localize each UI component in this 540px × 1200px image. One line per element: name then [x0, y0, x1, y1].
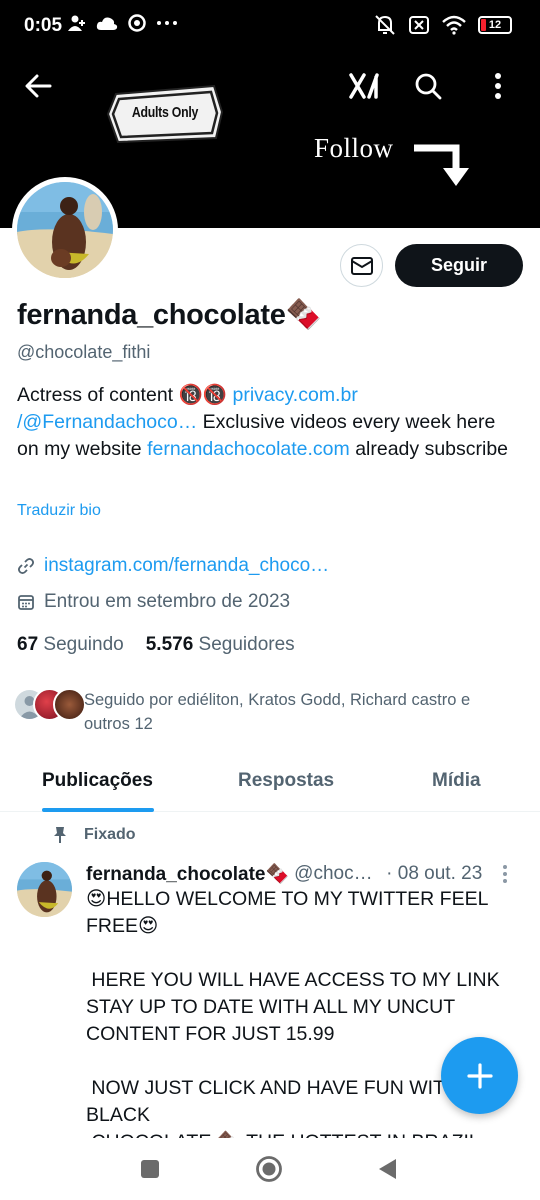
- pinned-label: Fixado: [84, 826, 136, 843]
- profile-joined-row: Entrou em setembro de 2023: [17, 591, 290, 613]
- followed-by-avatars[interactable]: [13, 688, 86, 721]
- user-handle: @chocolate_fithi: [17, 342, 151, 362]
- following-count: 67: [17, 634, 39, 655]
- plus-icon: [466, 1062, 493, 1089]
- search-button[interactable]: [404, 62, 452, 110]
- status-right-icons: 12: [374, 14, 512, 36]
- display-name: fernanda_chocolate🍫: [17, 299, 322, 331]
- compose-button[interactable]: [441, 1037, 518, 1114]
- more-vertical-icon: [495, 73, 501, 99]
- followers-count: 5.576: [145, 634, 194, 655]
- bio-text-1: Actress of content 🔞🔞: [17, 384, 233, 406]
- active-tab-indicator: [42, 808, 154, 812]
- tweet-text: 😍HELLO WELCOME TO MY TWITTER FEEL FREE😍 …: [86, 888, 500, 1138]
- grok-icon: [349, 73, 379, 99]
- profile-avatar[interactable]: [12, 177, 118, 283]
- pin-icon: [54, 827, 66, 843]
- followed-by-text[interactable]: Seguido por ediéliton, Kratos Godd, Rich…: [84, 688, 514, 736]
- status-bar: 0:05 12: [0, 0, 540, 52]
- avatar-photo: [17, 182, 113, 278]
- profile-tabs: Publicações Respostas Mídia: [0, 752, 540, 812]
- cloud-icon: [96, 17, 118, 30]
- tab-midia[interactable]: Mídia: [432, 770, 481, 792]
- battery-icon: 12: [478, 16, 512, 34]
- following-count-link[interactable]: 67 Seguindo: [17, 634, 124, 656]
- profile-website[interactable]: instagram.com/fernanda_choco…: [44, 555, 329, 577]
- following-label: Seguindo: [43, 634, 124, 655]
- calendar-icon: [18, 595, 34, 610]
- message-button[interactable]: [340, 244, 383, 287]
- tab-respostas[interactable]: Respostas: [238, 770, 334, 792]
- back-button[interactable]: [14, 62, 62, 110]
- follow-button[interactable]: Seguir: [395, 244, 523, 287]
- profile-website-row[interactable]: instagram.com/fernanda_choco…: [17, 555, 329, 577]
- status-time: 0:05: [24, 15, 63, 36]
- profile-joined: Entrou em setembro de 2023: [44, 591, 291, 612]
- banner-arrow-icon: [414, 144, 469, 186]
- back-arrow-icon: [25, 74, 52, 98]
- follow-counts: 67 Seguindo 5.576 Seguidores: [17, 634, 295, 656]
- banner-follow-text: Follow: [314, 133, 394, 163]
- search-icon: [415, 73, 442, 100]
- more-vertical-small-icon: [503, 865, 507, 883]
- tweet-header: fernanda_chocolate🍫 @chocolate_fithi · 0…: [86, 862, 526, 886]
- mute-icon: [375, 15, 395, 35]
- profile-bio: Actress of content 🔞🔞 privacy.com.br /@F…: [17, 382, 517, 463]
- tweet-date[interactable]: · 08 out. 23: [386, 863, 482, 885]
- chrome-icon: [128, 14, 146, 32]
- pinned-label-row: Fixado: [52, 826, 136, 844]
- home-circle-icon: [256, 1156, 282, 1182]
- status-left-icons: [68, 14, 178, 32]
- tweet-avatar-photo: [17, 862, 72, 917]
- person-add-icon: [68, 15, 85, 31]
- wifi-icon: [442, 15, 466, 35]
- square-icon: [141, 1160, 159, 1178]
- back-nav-button[interactable]: [370, 1152, 404, 1186]
- followers-label: Seguidores: [198, 634, 295, 655]
- follower-avatar-3: [53, 688, 86, 721]
- bio-text-3: already subscribe: [349, 438, 509, 460]
- triangle-back-icon: [379, 1159, 396, 1179]
- sim-off-icon: [409, 16, 429, 34]
- system-nav-bar: [0, 1138, 540, 1200]
- adults-only-text: Adults Only: [131, 104, 199, 121]
- tweet-author-name[interactable]: fernanda_chocolate🍫: [86, 862, 289, 886]
- envelope-icon: [350, 256, 373, 275]
- battery-level: 12: [488, 19, 502, 31]
- home-button[interactable]: [252, 1152, 286, 1186]
- bio-link-website[interactable]: fernandachocolate.com: [147, 438, 350, 460]
- grok-button[interactable]: [340, 62, 388, 110]
- tab-publicacoes[interactable]: Publicações: [42, 770, 153, 792]
- tweet-avatar[interactable]: [17, 862, 72, 917]
- tweet-author-handle[interactable]: @chocolate_fithi: [294, 863, 380, 885]
- screen-content: Adults Only Follow 0:05 12 Seguir fernan…: [0, 0, 540, 1138]
- translate-bio-link[interactable]: Traduzir bio: [17, 502, 101, 520]
- recent-apps-button[interactable]: [133, 1152, 167, 1186]
- more-options-button[interactable]: [474, 62, 522, 110]
- followers-count-link[interactable]: 5.576 Seguidores: [146, 634, 295, 656]
- link-icon: [18, 558, 34, 574]
- more-dots-icon: [157, 21, 177, 25]
